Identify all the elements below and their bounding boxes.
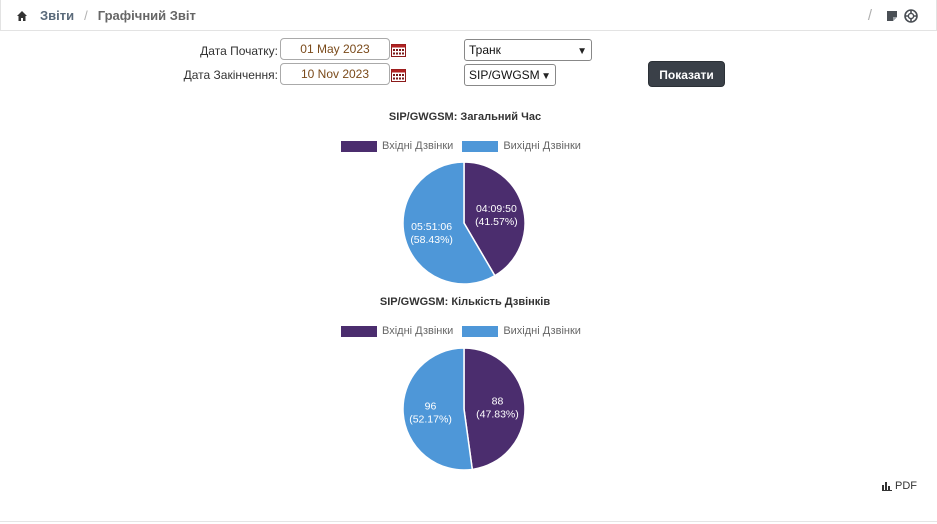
pie-slice-outgoing[interactable] <box>403 348 474 471</box>
bottom-divider <box>0 521 937 522</box>
pdf-export-link[interactable]: PDF <box>882 480 917 492</box>
breadcrumb-current: Графічний Звіт <box>97 8 196 23</box>
slice-percent-label: (52.17%) <box>409 413 452 425</box>
calendar-icon[interactable] <box>391 43 406 57</box>
top-bar: Звіти / Графічний Звіт / <box>0 0 937 31</box>
chart-legend: Вхідні Дзвінки Вихідні Дзвінки <box>341 140 590 152</box>
slice-percent-label: (47.83%) <box>476 409 519 421</box>
legend-item-incoming[interactable]: Вхідні Дзвінки <box>341 140 453 152</box>
legend-swatch <box>341 325 377 337</box>
chart-legend: Вхідні Дзвінки Вихідні Дзвінки <box>341 325 590 337</box>
start-date-input[interactable]: 01 May 2023 <box>280 38 390 60</box>
help-lifebuoy-icon[interactable] <box>904 8 918 23</box>
report-type-select[interactable]: Транк ▼ <box>464 39 592 61</box>
chevron-down-icon: ▼ <box>541 71 551 82</box>
report-type-value: Транк <box>469 43 501 57</box>
legend-swatch <box>341 140 377 152</box>
show-button[interactable]: Показати <box>648 61 725 87</box>
slice-value-label: 04:09:50 <box>476 203 517 215</box>
legend-label: Вхідні Дзвінки <box>382 140 454 152</box>
legend-item-outgoing[interactable]: Вихідні Дзвінки <box>462 325 581 337</box>
toolbar-actions: / <box>868 7 918 24</box>
slice-value-label: 96 <box>425 400 437 412</box>
breadcrumb-root-link[interactable]: Звіти <box>40 8 74 23</box>
pie-chart-total-time: 04:09:50(41.57%) 05:51:06(58.43%) <box>403 162 526 285</box>
legend-item-incoming[interactable]: Вхідні Дзвінки <box>341 325 453 337</box>
legend-label: Вихідні Дзвінки <box>503 140 581 152</box>
end-date-input[interactable]: 10 Nov 2023 <box>280 63 390 85</box>
slice-value-label: 88 <box>492 396 504 408</box>
chart-title: SIP/GWGSM: Загальний Час <box>388 111 542 123</box>
toolbar-separator: / <box>867 7 872 24</box>
trunk-select[interactable]: SIP/GWGSM ▼ <box>464 64 556 86</box>
legend-label: Вихідні Дзвінки <box>503 325 581 337</box>
start-date-label: Дата Початку: <box>200 44 278 58</box>
breadcrumb: Звіти / Графічний Звіт <box>16 8 196 23</box>
home-icon[interactable] <box>16 10 28 22</box>
breadcrumb-separator: / <box>84 8 88 23</box>
bar-chart-icon <box>882 481 892 491</box>
end-date-label: Дата Закінчення: <box>183 68 278 82</box>
legend-item-outgoing[interactable]: Вихідні Дзвінки <box>462 140 581 152</box>
legend-swatch <box>462 140 499 152</box>
pie-chart-call-count: 88(47.83%) 96(52.17%) <box>403 348 526 471</box>
note-icon[interactable] <box>886 10 898 22</box>
pdf-label: PDF <box>895 480 917 492</box>
calendar-icon[interactable] <box>391 68 406 82</box>
chart-title: SIP/GWGSM: Кількість Дзвінків <box>379 296 551 308</box>
slice-percent-label: (58.43%) <box>410 234 453 246</box>
legend-label: Вхідні Дзвінки <box>382 325 454 337</box>
slice-value-label: 05:51:06 <box>411 221 452 233</box>
legend-swatch <box>462 325 499 337</box>
slice-percent-label: (41.57%) <box>475 216 518 228</box>
chevron-down-icon: ▼ <box>577 46 587 57</box>
trunk-value: SIP/GWGSM <box>469 68 540 82</box>
